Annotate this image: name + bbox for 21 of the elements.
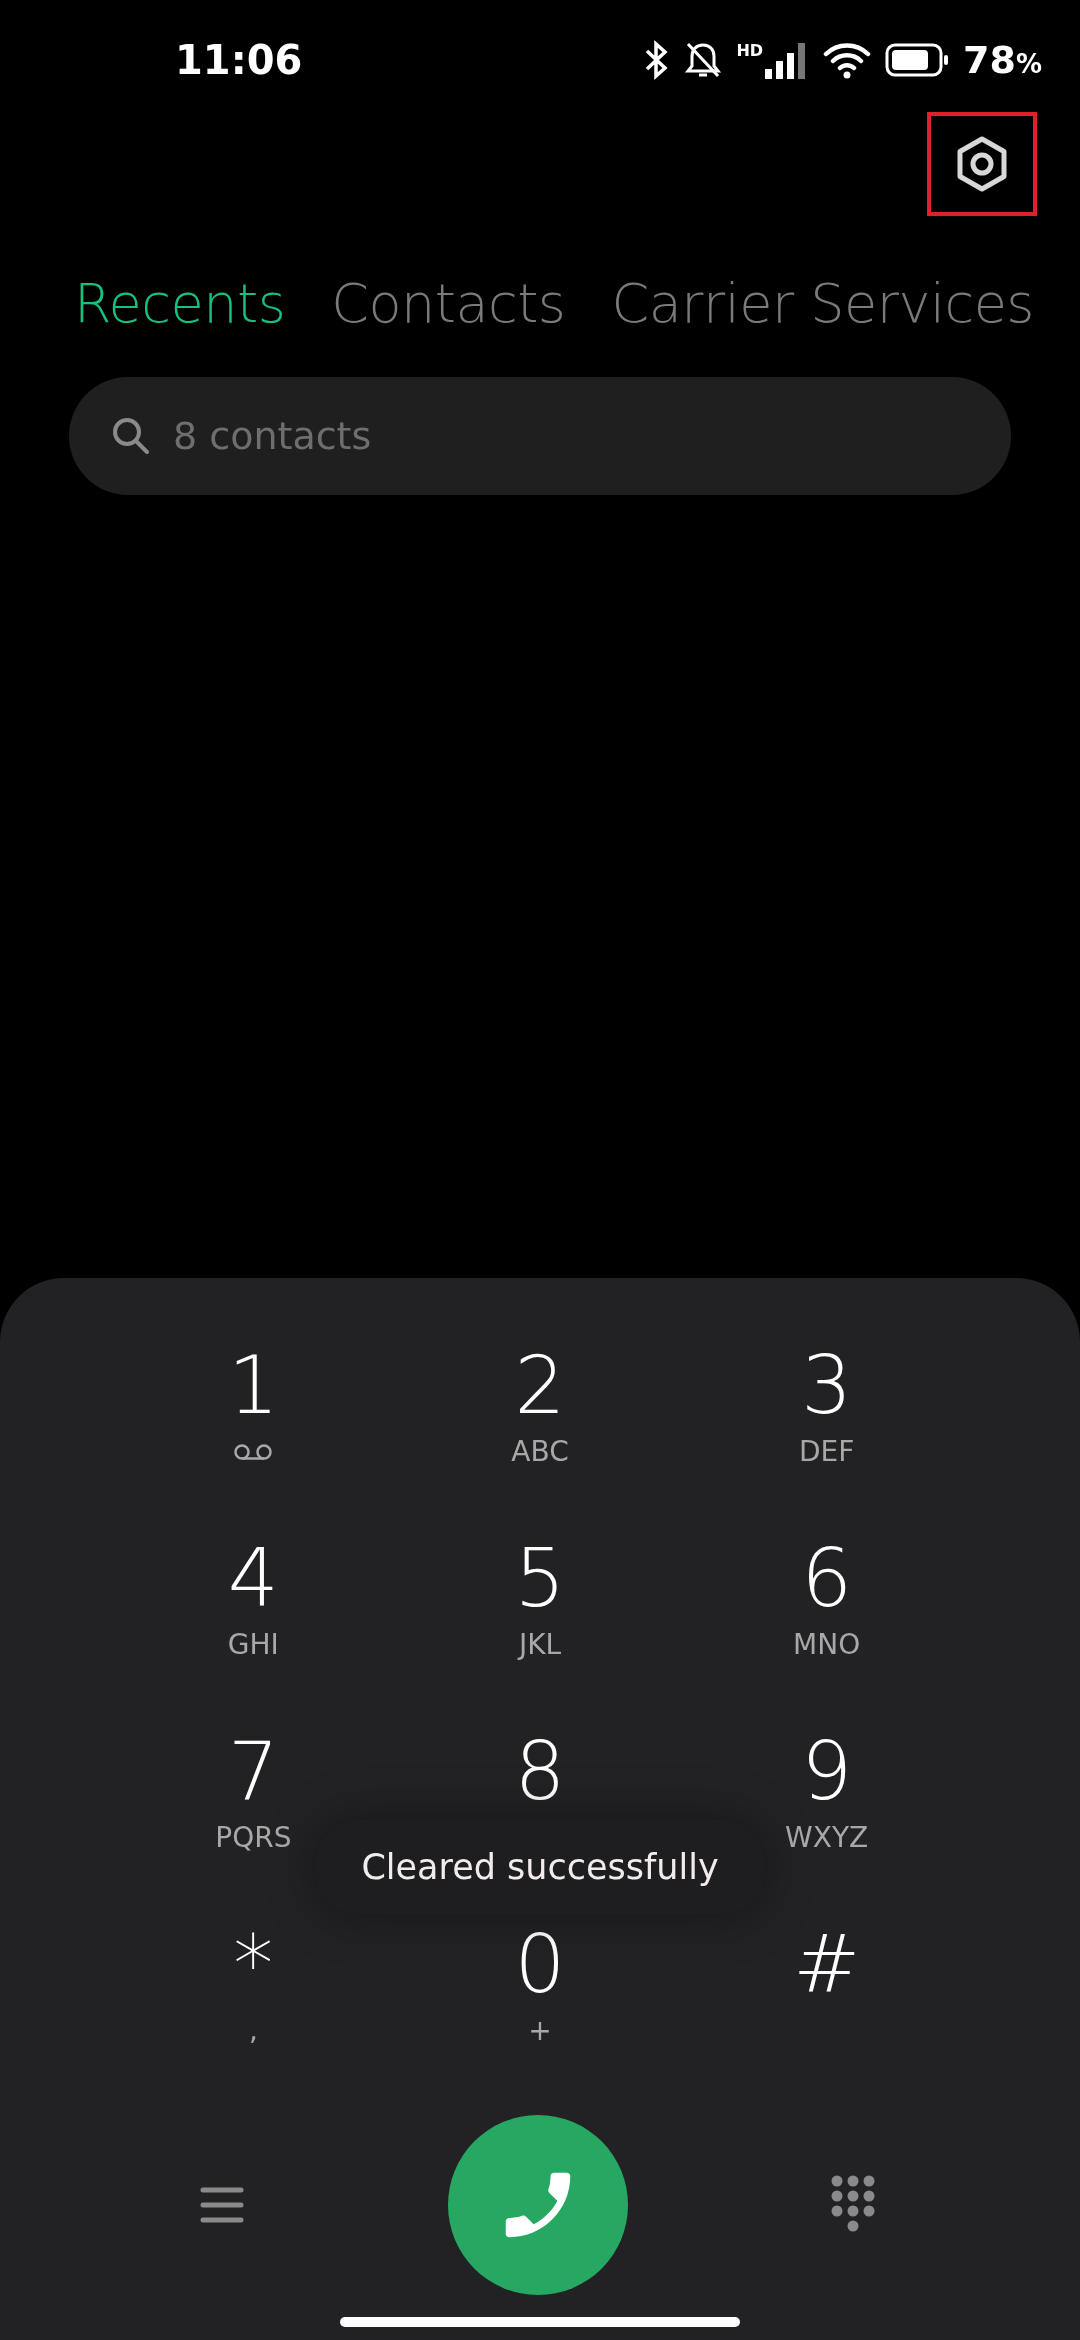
dial-key[interactable]: 8: [514, 1724, 566, 1820]
dial-key[interactable]: 9 WXYZ: [785, 1724, 869, 1856]
network-type-label: HD: [736, 41, 764, 60]
tab[interactable]: Recents: [74, 272, 286, 335]
tab[interactable]: Contacts: [331, 272, 566, 335]
dial-key[interactable]: 4 GHI: [227, 1531, 279, 1663]
clock-time: 11:06: [175, 37, 304, 83]
battery-percentage: 78: [963, 38, 1016, 82]
cleared-toast: Cleared successfully: [317, 1820, 763, 1914]
dial-key[interactable]: #: [793, 1917, 861, 2013]
dial-key[interactable]: 7 PQRS: [215, 1724, 292, 1856]
dial-key[interactable]: * ,: [233, 1917, 274, 2049]
tab[interactable]: Carrier Services: [611, 272, 1034, 335]
dial-key[interactable]: 5 JKL: [514, 1531, 566, 1663]
dial-key[interactable]: 1: [227, 1338, 279, 1470]
dial-key[interactable]: 0 +: [514, 1917, 566, 2049]
dial-key[interactable]: 2 ABC: [511, 1338, 569, 1470]
dial-key[interactable]: 3 DEF: [798, 1338, 855, 1470]
dial-key[interactable]: 6 MNO: [793, 1531, 861, 1663]
search-field[interactable]: 8 contacts: [69, 377, 1011, 495]
percent-sign: %: [1015, 49, 1042, 79]
